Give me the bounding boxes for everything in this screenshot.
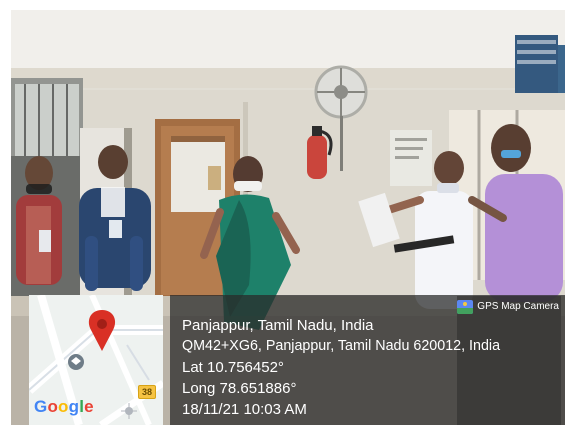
location-lines: Panjappur, Tamil Nadu, India QM42+XG6, P… xyxy=(182,315,557,420)
longitude-text: Long 78.651886° xyxy=(182,380,297,397)
gps-camera-label: GPS Map Camera xyxy=(477,301,559,312)
location-title: Panjappur, Tamil Nadu, India xyxy=(182,317,374,334)
route-badge: 38 xyxy=(137,385,156,399)
location-info-panel: GPS Map Camera Panjappur, Tamil Nadu, In… xyxy=(170,295,565,425)
photo: 38 Google GPS Map Camera Panjappur, Tami… xyxy=(11,10,565,425)
gps-overlay: 38 Google GPS Map Camera Panjappur, Tami… xyxy=(29,295,565,425)
map-thumbnail: 38 Google xyxy=(29,295,163,425)
gps-map-camera-icon xyxy=(457,299,474,314)
timestamp-text: 18/11/21 10:03 AM xyxy=(182,401,307,418)
google-logo: Google xyxy=(34,397,94,416)
gps-camera-badge: GPS Map Camera xyxy=(457,299,559,314)
location-address: QM42+XG6, Panjappur, Tamil Nadu 620012, … xyxy=(182,338,501,354)
latitude-text: Lat 10.756452° xyxy=(182,359,284,376)
